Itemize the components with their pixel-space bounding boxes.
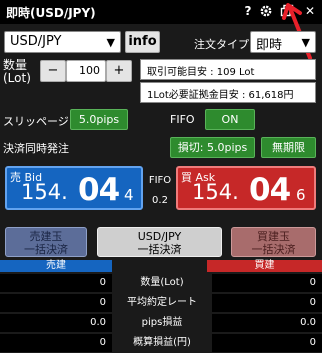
close-icon[interactable]: ✕ (302, 3, 318, 19)
fifo-label: FIFO (170, 113, 195, 126)
buy-pnl-value: 0 (212, 334, 322, 352)
ask-price-main: 04 (249, 172, 291, 208)
restore-icon[interactable] (279, 3, 295, 19)
sell-lot-value: 0 (0, 274, 112, 292)
position-row-pnl: 0 概算損益(円) 0 (0, 334, 322, 352)
info-button[interactable]: info (125, 31, 160, 53)
position-row-pips: 0.0 pips損益 0.0 (0, 314, 322, 332)
available-lots: 取引可能目安 : 109 Lot (140, 59, 316, 80)
chevron-down-icon: ▼ (106, 36, 115, 49)
symbol-select-value: USD/JPY (10, 34, 62, 49)
order-type-label: 注文タイプ (194, 38, 249, 51)
bid-price-main: 04 (78, 172, 120, 208)
symbol-select[interactable]: USD/JPY ▼ (4, 31, 121, 53)
order-type-select[interactable]: 即時 ▼ (250, 31, 316, 53)
slippage-label: スリッページ (3, 115, 69, 128)
quantity-label: 数量 (Lot) (3, 58, 31, 85)
buy-lot-value: 0 (212, 274, 322, 292)
quantity-minus-button[interactable]: − (40, 60, 66, 82)
sell-avg-value: 0 (0, 294, 112, 312)
margin-required: 1Lot必要証拠金目安 : 61,618円 (140, 82, 316, 103)
settlement-order-label: 決済同時発注 (3, 142, 69, 155)
ask-price-prefix: 154. (192, 180, 239, 204)
bid-price-prefix: 154. (21, 180, 68, 204)
spread-value: 0.2 (152, 195, 168, 206)
buy-pips-value: 0.0 (212, 314, 322, 332)
sell-header: 売建 (0, 260, 112, 272)
stop-loss-button[interactable]: 損切: 5.0pips (170, 137, 255, 158)
bid-price-last: 4 (124, 186, 134, 204)
buy-bulk-settle-button[interactable]: 買建玉 一括決済 (231, 227, 316, 257)
slippage-button[interactable]: 5.0pips (70, 109, 128, 130)
quantity-input[interactable]: 100 (66, 60, 106, 82)
row-label-pips: pips損益 (141, 317, 183, 328)
help-icon[interactable]: ? (240, 3, 256, 19)
spread-label: FIFO (148, 175, 172, 186)
buy-header: 買建 (207, 260, 322, 272)
title-bar: 即時(USD/JPY) ? ✕ (0, 0, 322, 24)
sell-bulk-settle-button[interactable]: 売建玉 一括決済 (5, 227, 87, 257)
row-label-avg-rate: 平均約定レート (127, 297, 197, 308)
fifo-toggle[interactable]: ON (205, 109, 255, 130)
window-title: 即時(USD/JPY) (6, 6, 96, 20)
ask-price-last: 6 (296, 186, 306, 204)
buy-avg-value: 0 (212, 294, 322, 312)
expiry-button[interactable]: 無期限 (261, 137, 316, 158)
gear-icon[interactable] (258, 3, 274, 19)
row-label-pnl: 概算損益(円) (133, 337, 191, 348)
quantity-plus-button[interactable]: + (106, 60, 132, 82)
pair-bulk-settle-button[interactable]: USD/JPY 一括決済 (97, 227, 222, 257)
position-row-lot: 0 数量(Lot) 0 (0, 274, 322, 292)
position-row-avg-rate: 0 平均約定レート 0 (0, 294, 322, 312)
sell-pips-value: 0.0 (0, 314, 112, 332)
ask-button[interactable]: 買 Ask 154. 04 6 (176, 166, 316, 210)
row-label-lot: 数量(Lot) (140, 277, 184, 288)
bid-button[interactable]: 売 Bid 154. 04 4 (5, 166, 143, 210)
chevron-down-icon: ▼ (301, 36, 310, 49)
order-type-value: 即時 (256, 38, 283, 53)
sell-pnl-value: 0 (0, 334, 112, 352)
